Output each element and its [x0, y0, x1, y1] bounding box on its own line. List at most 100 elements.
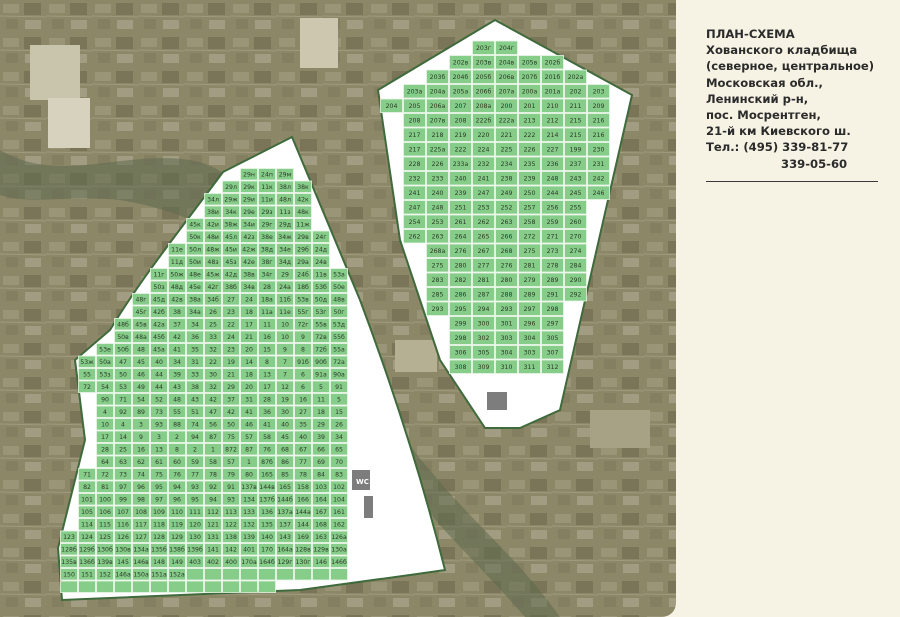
plot-number: 241 [409, 190, 421, 197]
plot-number: 253 [478, 204, 490, 211]
plot-number: 302 [478, 335, 490, 342]
plot-number: 38г [261, 259, 272, 266]
plot-number: 292 [570, 291, 582, 298]
plot-number: 240 [455, 175, 467, 182]
plot-cell[interactable] [60, 580, 78, 593]
plot-number: 72 [83, 384, 91, 391]
plot-number: 228 [409, 161, 421, 168]
plot-cell[interactable] [168, 580, 186, 593]
plot-number: 11 [317, 396, 325, 403]
plot-number: 90а [333, 371, 345, 378]
plot-number: 238 [501, 175, 513, 182]
plot-number: 200 [501, 103, 513, 110]
plot-number: 233а [453, 161, 469, 168]
plot-number: 208а [476, 103, 492, 110]
plot-cell[interactable] [258, 580, 276, 593]
plot-number: 88 [173, 421, 181, 428]
plot-number: 38к [297, 184, 309, 191]
plot-cell[interactable] [204, 580, 222, 593]
plot-number: 207а [499, 88, 515, 95]
plot-cell[interactable] [114, 580, 132, 593]
plot-number: 56 [209, 421, 217, 428]
plot-number: 23 [227, 309, 235, 316]
plot-number: 6 [301, 384, 305, 391]
plot-cell[interactable] [204, 568, 222, 581]
plot-number: 40 [281, 421, 289, 428]
plot-cell[interactable] [150, 580, 168, 593]
plot-number: 93 [227, 496, 235, 503]
plot-number: 226 [524, 146, 536, 153]
plot-number: 48л [279, 196, 291, 203]
plot-number: 41 [263, 421, 271, 428]
plot-number: 204г [499, 45, 514, 52]
plot-number: 263 [432, 233, 444, 240]
plot-number: 68 [281, 446, 289, 453]
plot-number: 48з [207, 259, 218, 266]
plot-cell[interactable] [240, 580, 258, 593]
plot-cell[interactable] [222, 568, 240, 581]
plot-number: 140 [261, 534, 273, 541]
plot-cell[interactable] [222, 580, 240, 593]
plot-number: 43 [191, 396, 199, 403]
plot-number: 41 [245, 409, 253, 416]
plot-number: 232 [409, 175, 421, 182]
plot-number: 29в [297, 234, 309, 241]
plot-number: 170а [241, 559, 257, 566]
plot-number: 71 [83, 471, 91, 478]
plot-cell[interactable] [96, 580, 114, 593]
plot-number: 284 [570, 262, 582, 269]
plot-number: 305 [547, 335, 559, 342]
building-block [590, 410, 650, 448]
plot-number: 71 [119, 396, 127, 403]
plot-number: 222 [455, 146, 467, 153]
info-title: ПЛАН-СХЕМА [706, 27, 795, 41]
plot-number: 38д [261, 246, 273, 253]
plot-number: 93 [155, 421, 163, 428]
plot-number: 75 [155, 471, 163, 478]
plot-cell[interactable] [186, 580, 204, 593]
plot-number: 225 [501, 146, 513, 153]
plot-number: 130а [331, 546, 347, 553]
plot-cell[interactable] [258, 568, 276, 581]
plot-number: 55в [315, 321, 327, 328]
plot-number: 42ж [242, 246, 256, 253]
plot-number: 40 [299, 434, 307, 441]
plot-cell[interactable] [132, 580, 150, 593]
plot-cell[interactable] [330, 568, 348, 581]
plot-number: 125 [99, 534, 111, 541]
plot-number: 258 [524, 219, 536, 226]
plot-number: 90б [315, 358, 327, 366]
plot-number: 221 [501, 132, 513, 139]
plot-number: 78 [209, 471, 217, 478]
plot-cell[interactable] [186, 568, 204, 581]
plot-number: 117 [135, 521, 147, 528]
plot-number: 142 [225, 546, 237, 553]
plot-number: 26 [335, 421, 343, 428]
plot-number: 280 [455, 262, 467, 269]
plot-cell[interactable] [276, 568, 294, 581]
plot-number: 291 [547, 291, 559, 298]
plot-number: 212 [547, 117, 559, 124]
plot-number: 129в [313, 546, 329, 553]
plot-number: 48 [173, 396, 181, 403]
plot-cell[interactable] [78, 580, 96, 593]
plot-number: 239 [524, 175, 536, 182]
plot-number: 123 [63, 534, 75, 541]
plot-number: 46 [245, 421, 253, 428]
plot-number: 54 [101, 384, 109, 391]
plot-cell[interactable] [294, 568, 312, 581]
plot-number: 19 [281, 396, 289, 403]
plot-number: 18 [245, 371, 253, 378]
plot-number: 48е [189, 271, 201, 278]
plot-cell[interactable] [240, 568, 258, 581]
plot-number: 251 [455, 204, 467, 211]
cemetery-map: 29н 24п 29м 29л 29к 11к 38л 38к 34л 29ж 29и 11и 48л 4… [0, 0, 676, 617]
building-block [48, 98, 90, 148]
plot-number: 39 [317, 434, 325, 441]
info-panel: ПЛАН-СХЕМА Хованского кладбища (северное… [706, 26, 892, 182]
plot-cell[interactable] [312, 568, 330, 581]
plot-number: 74 [137, 471, 145, 478]
plot-number: 274 [570, 248, 582, 255]
plot-number: 53 [119, 384, 127, 391]
plot-number: 61 [155, 459, 163, 466]
